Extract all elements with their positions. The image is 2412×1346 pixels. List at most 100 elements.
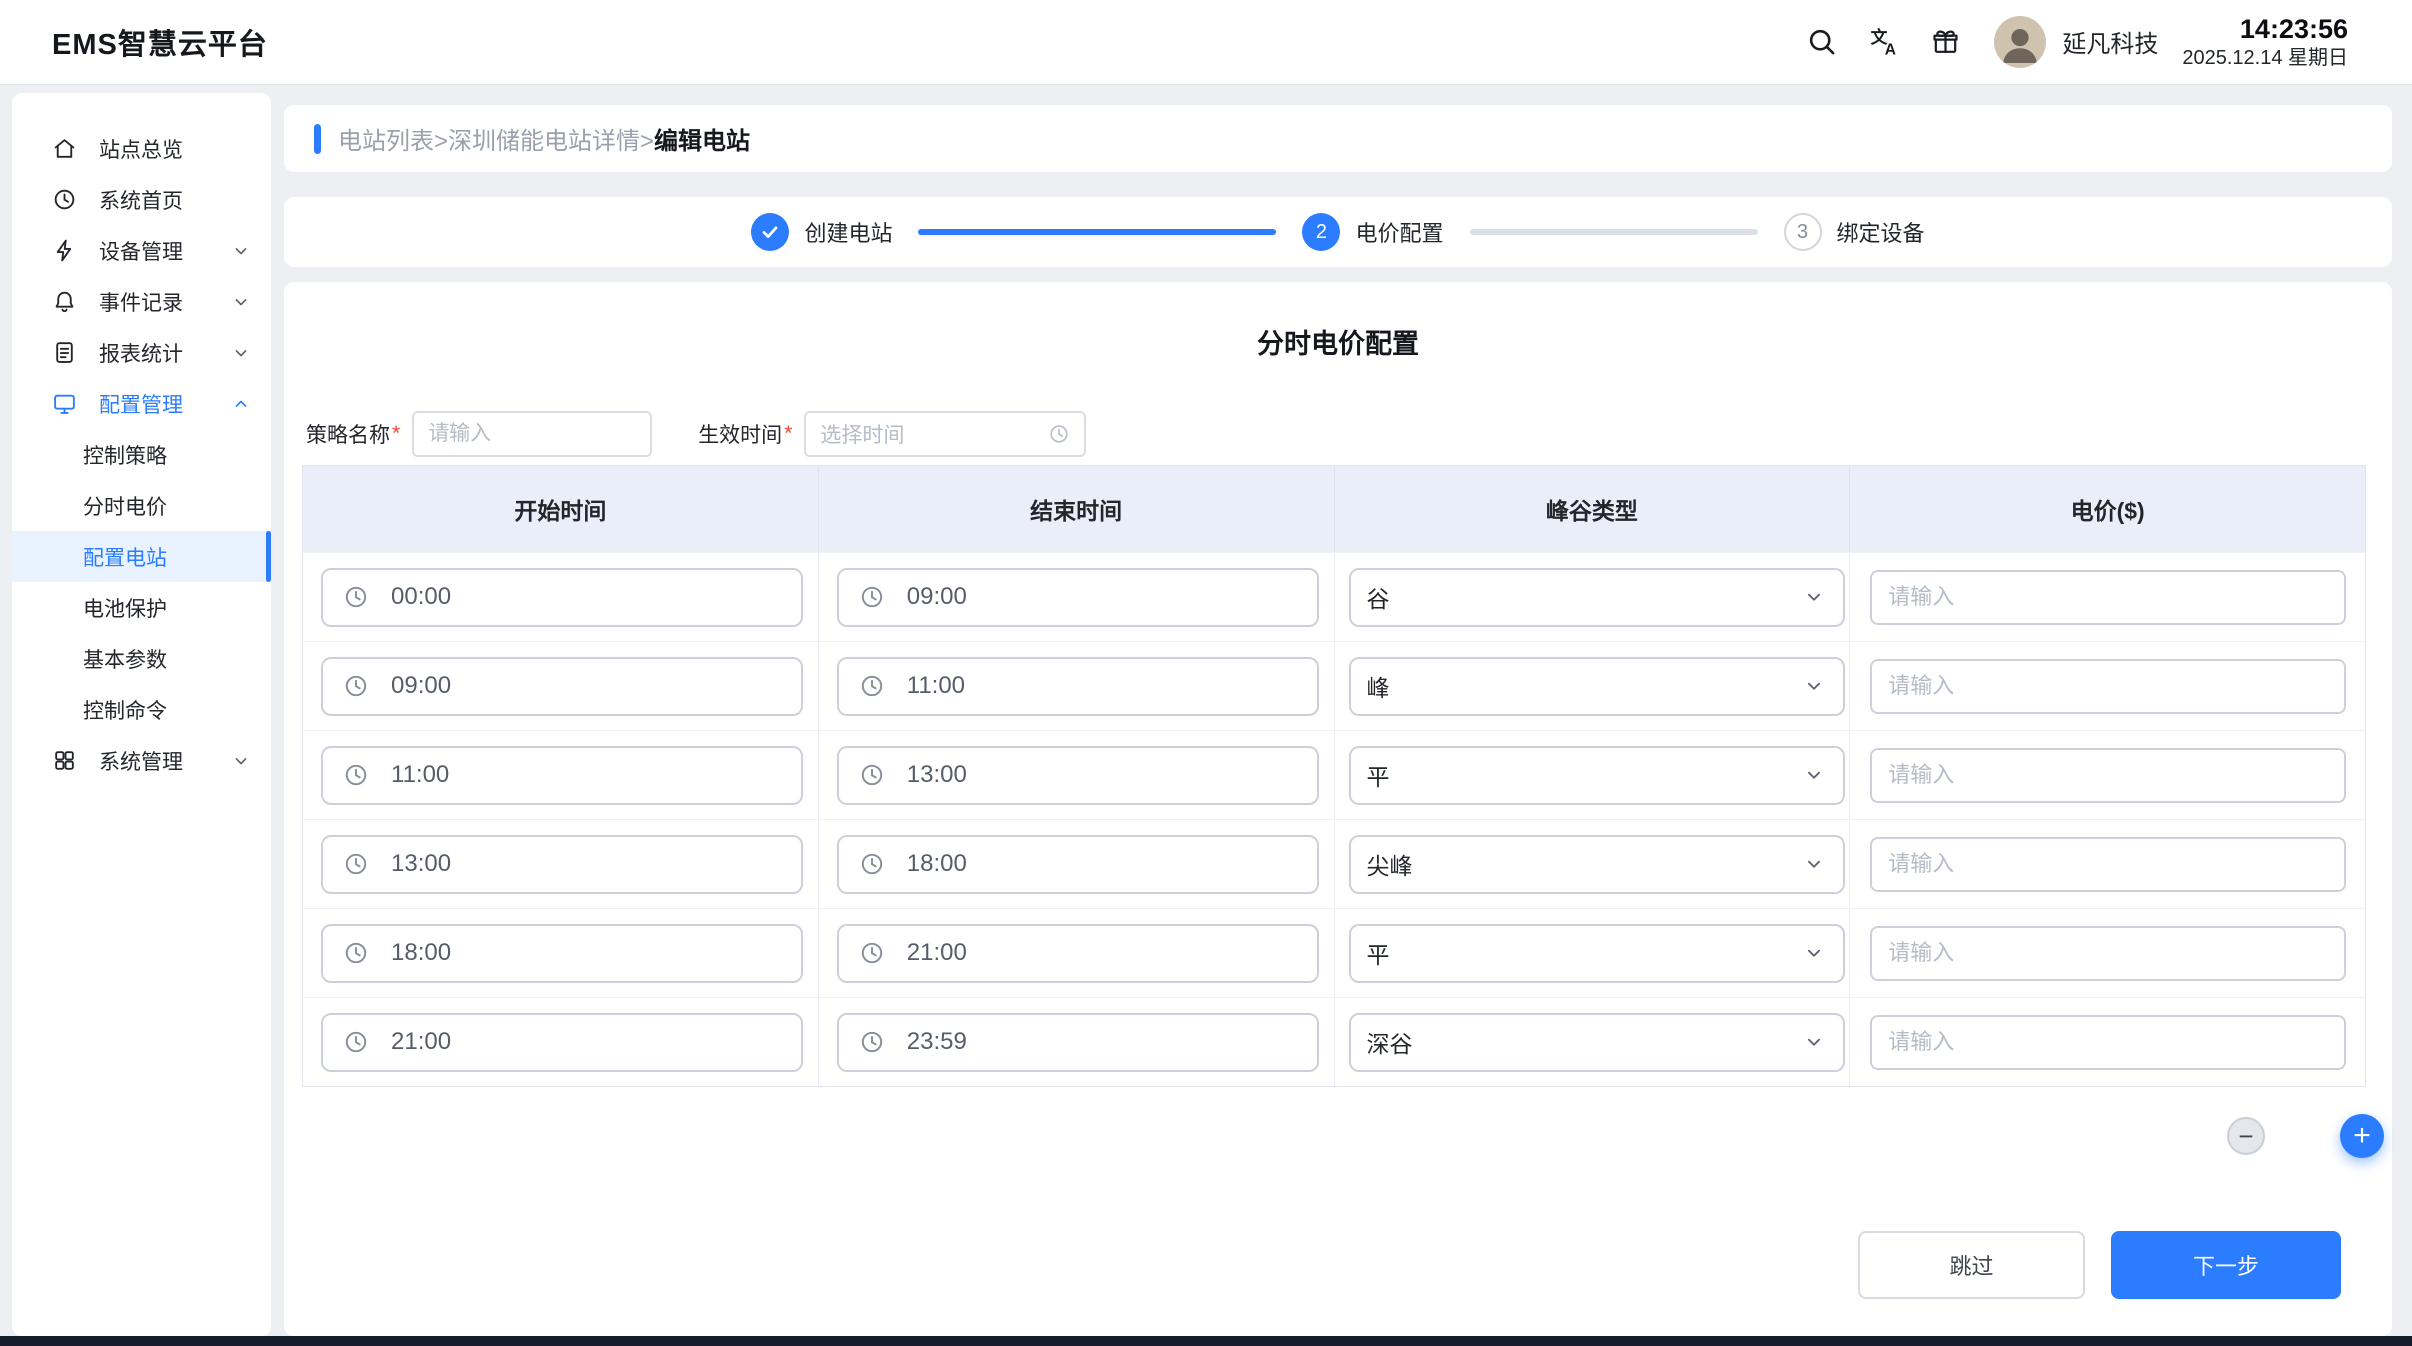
price-input[interactable] — [1870, 837, 2346, 892]
sidebar-item-control-commands[interactable]: 控制命令 — [12, 684, 271, 735]
sidebar-item-system-management[interactable]: 系统管理 — [12, 735, 271, 786]
sidebar-item-device-management[interactable]: 设备管理 — [12, 225, 271, 276]
page-title: 分时电价配置 — [284, 282, 2392, 361]
required-mark: * — [784, 422, 792, 446]
step2-label: 电价配置 — [1355, 216, 1443, 248]
sidebar-item-report-statistics[interactable]: 报表统计 — [12, 327, 271, 378]
clock-icon — [343, 940, 369, 966]
sidebar-item-config-management[interactable]: 配置管理 — [12, 378, 271, 429]
price-input[interactable] — [1870, 748, 2346, 803]
bell-icon — [52, 289, 77, 314]
start-time-value: 11:00 — [391, 761, 449, 789]
sidebar-item-label: 基本参数 — [83, 644, 167, 674]
end-time-value: 11:00 — [907, 672, 965, 700]
sidebar-item-control-strategy[interactable]: 控制策略 — [12, 429, 271, 480]
home-icon — [52, 136, 77, 161]
peak-type-select[interactable]: 峰 — [1349, 657, 1845, 716]
price-input[interactable] — [1870, 659, 2346, 714]
strategy-name-input[interactable] — [412, 411, 652, 457]
clock-icon — [343, 584, 369, 610]
end-time-value: 23:59 — [907, 1028, 967, 1056]
sidebar-item-battery-protection[interactable]: 电池保护 — [12, 582, 271, 633]
end-time-picker[interactable]: 09:00 — [837, 568, 1319, 627]
end-time-value: 21:00 — [907, 939, 967, 967]
price-input[interactable] — [1870, 570, 2346, 625]
table-header-row: 开始时间 结束时间 峰谷类型 电价($) — [303, 466, 2365, 552]
app-title: EMS智慧云平台 — [52, 21, 268, 63]
skip-button[interactable]: 跳过 — [1858, 1231, 2085, 1299]
sidebar-item-label: 系统首页 — [99, 185, 183, 215]
chevron-down-icon — [1803, 942, 1825, 964]
next-step-button[interactable]: 下一步 — [2111, 1231, 2341, 1299]
end-time-value: 13:00 — [907, 761, 967, 789]
sidebar-item-configure-station[interactable]: 配置电站 — [12, 531, 271, 582]
search-icon — [1806, 26, 1837, 57]
sidebar-item-tou-price[interactable]: 分时电价 — [12, 480, 271, 531]
peak-type-select[interactable]: 深谷 — [1349, 1013, 1845, 1072]
translate-button[interactable] — [1860, 19, 1906, 65]
add-row-button[interactable]: + — [2340, 1114, 2384, 1158]
chevron-down-icon — [1803, 1031, 1825, 1053]
end-time-picker[interactable]: 23:59 — [837, 1013, 1319, 1072]
search-button[interactable] — [1798, 19, 1844, 65]
remove-row-button[interactable]: − — [2227, 1117, 2265, 1155]
bottom-scrollbar-strip[interactable] — [0, 1336, 2412, 1346]
gift-button[interactable] — [1922, 19, 1968, 65]
start-time-picker[interactable]: 11:00 — [321, 746, 803, 805]
sidebar-item-label: 系统管理 — [99, 746, 183, 776]
sidebar-item-label: 电池保护 — [83, 593, 167, 623]
sidebar-item-label: 报表统计 — [99, 338, 183, 368]
start-time-picker[interactable]: 21:00 — [321, 1013, 803, 1072]
peak-type-select[interactable]: 尖峰 — [1349, 835, 1845, 894]
start-time-picker[interactable]: 18:00 — [321, 924, 803, 983]
sidebar-item-label: 事件记录 — [99, 287, 183, 317]
sidebar-item-label: 控制命令 — [83, 695, 167, 725]
clock-icon — [343, 851, 369, 877]
end-time-picker[interactable]: 18:00 — [837, 835, 1319, 894]
start-time-picker[interactable]: 13:00 — [321, 835, 803, 894]
clock-icon — [343, 1029, 369, 1055]
clock-date: 2025.12.14 星期日 — [2182, 46, 2348, 70]
sidebar-item-system-home[interactable]: 系统首页 — [12, 174, 271, 225]
chevron-down-icon — [231, 751, 251, 771]
sidebar-item-label: 配置管理 — [99, 389, 183, 419]
sidebar-item-basic-parameters[interactable]: 基本参数 — [12, 633, 271, 684]
sidebar: 站点总览 系统首页 设备管理 事件记录 报表统计 配置管理 控制策略 — [12, 93, 271, 1336]
header-right: 延凡科技 14:23:56 2025.12.14 星期日 — [1782, 13, 2348, 70]
chevron-up-icon — [231, 394, 251, 414]
price-input[interactable] — [1870, 1015, 2346, 1070]
sidebar-item-event-records[interactable]: 事件记录 — [12, 276, 271, 327]
required-mark: * — [392, 422, 400, 446]
chevron-down-icon — [1803, 586, 1825, 608]
clock-icon — [343, 673, 369, 699]
start-time-value: 21:00 — [391, 1028, 451, 1056]
clock-block: 14:23:56 2025.12.14 星期日 — [2182, 13, 2348, 70]
peak-type-select[interactable]: 平 — [1349, 924, 1845, 983]
breadcrumb-accent-bar — [314, 124, 321, 154]
end-time-picker[interactable]: 11:00 — [837, 657, 1319, 716]
company-name: 延凡科技 — [2062, 24, 2158, 59]
price-input[interactable] — [1870, 926, 2346, 981]
clock-icon — [1048, 423, 1070, 445]
effective-time-picker[interactable]: 选择时间 — [804, 411, 1086, 457]
start-time-value: 18:00 — [391, 939, 451, 967]
step-price-config: 2 电价配置 — [1302, 213, 1443, 251]
tou-price-table: 开始时间 结束时间 峰谷类型 电价($) 00:00 09:00 谷 09:00… — [302, 465, 2366, 1087]
effective-time-placeholder: 选择时间 — [820, 419, 1048, 449]
avatar[interactable] — [1994, 16, 2046, 68]
start-time-picker[interactable]: 00:00 — [321, 568, 803, 627]
start-time-picker[interactable]: 09:00 — [321, 657, 803, 716]
column-header-price: 电价($) — [1850, 466, 2365, 552]
end-time-picker[interactable]: 13:00 — [837, 746, 1319, 805]
sidebar-item-site-overview[interactable]: 站点总览 — [12, 123, 271, 174]
peak-type-select[interactable]: 谷 — [1349, 568, 1845, 627]
peak-type-select[interactable]: 平 — [1349, 746, 1845, 805]
table-row: 18:00 21:00 平 — [303, 908, 2365, 997]
end-time-picker[interactable]: 21:00 — [837, 924, 1319, 983]
breadcrumb[interactable]: 电站列表>深圳储能电站详情> — [338, 121, 654, 156]
chevron-down-icon — [231, 292, 251, 312]
sidebar-item-label: 配置电站 — [83, 542, 167, 572]
step-connector-done — [918, 229, 1276, 235]
sidebar-item-label: 站点总览 — [99, 134, 183, 164]
step2-circle: 2 — [1302, 213, 1340, 251]
